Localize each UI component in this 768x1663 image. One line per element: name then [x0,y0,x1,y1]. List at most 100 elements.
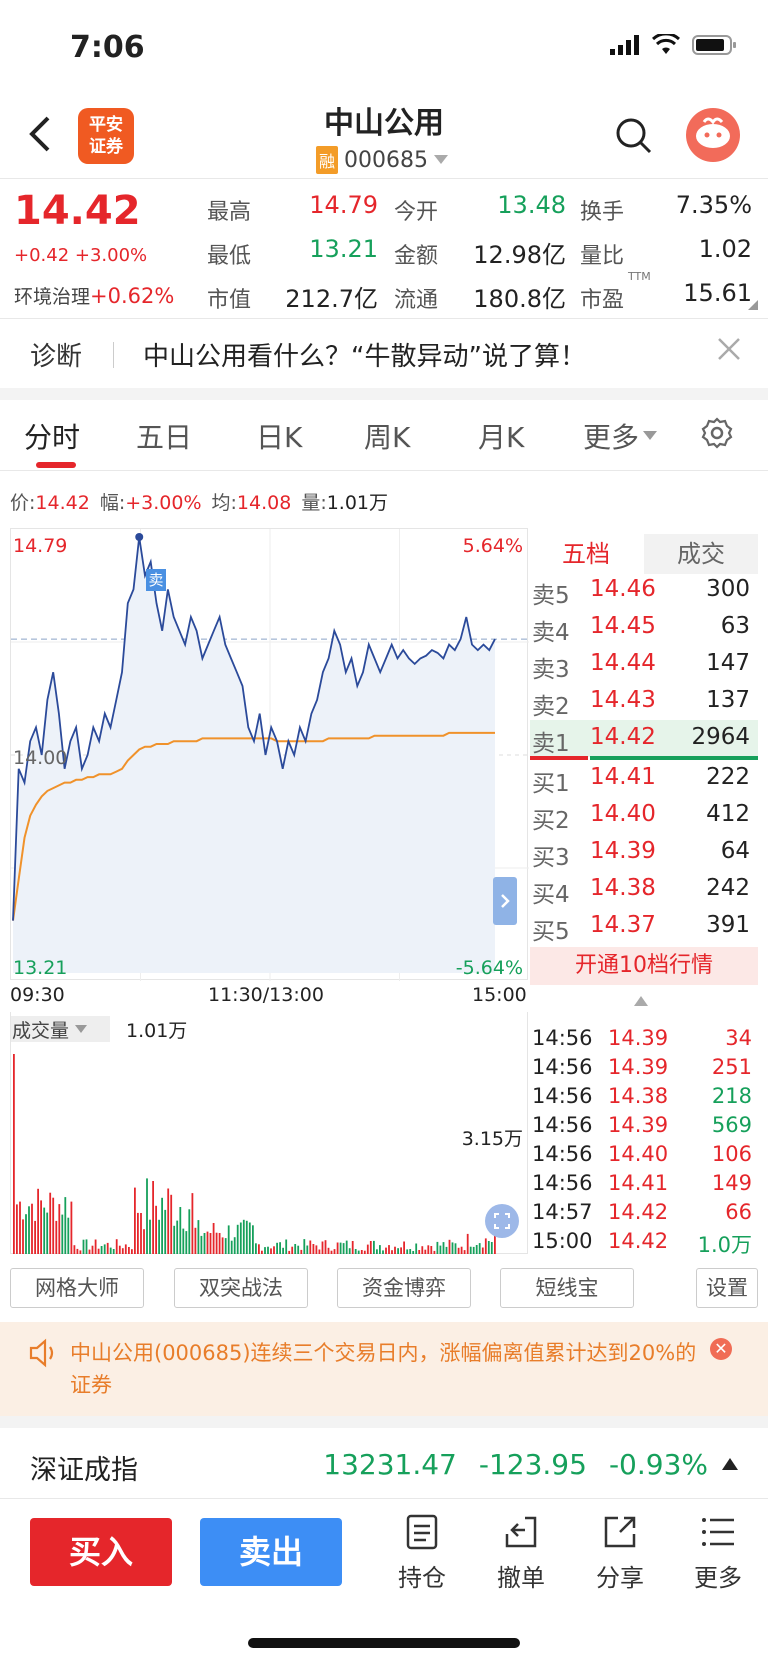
tick-time: 14:56 [532,1084,593,1108]
tab-trade-details[interactable]: 成交 [644,534,758,574]
bid-row[interactable]: 买2 14.40 412 [530,797,758,834]
tick-volume: 34 [725,1026,752,1050]
volume-bar [297,1245,300,1254]
gear-icon [701,417,733,449]
volume-bar [179,1207,182,1254]
share-button[interactable]: 分享 [580,1512,660,1593]
upgrade-level10-button[interactable]: 开通10档行情 [530,947,758,985]
ask-volume: 147 [706,650,750,676]
bid-row[interactable]: 买1 14.41 222 [530,760,758,797]
bid-row[interactable]: 买5 14.37 391 [530,908,758,945]
close-button[interactable] [716,336,742,369]
volume-bar [400,1247,402,1254]
tick-row: 14:57 14.42 66 [530,1200,758,1228]
volume-bar [321,1241,324,1254]
volume-bar [236,1224,239,1254]
chart-settings-button[interactable] [700,416,734,454]
short-term-button[interactable]: 短线宝 [500,1268,634,1308]
volume-chart[interactable]: 3.15万 [10,1012,528,1254]
notice-text[interactable]: 中山公用(000685)连续三个交易日内，涨幅偏离值累计达到20%的证券 [70,1337,700,1401]
stock-code: 000685 [344,147,428,173]
corner-expand-icon[interactable] [748,300,758,310]
volume-bar [233,1237,236,1254]
quote-label: 最高 [207,200,252,225]
cancel-order-button[interactable]: 撤单 [481,1512,561,1593]
quote-value: 15.61 [683,279,752,307]
volume-bar [134,1187,136,1254]
expand-up-icon[interactable] [722,1458,738,1470]
index-name[interactable]: 深证成指 [30,1448,138,1487]
volume-bar [143,1229,145,1254]
volume-bar [415,1243,418,1254]
price-chart-svg[interactable] [11,529,529,981]
strategy-settings-button[interactable]: 设置 [696,1268,758,1308]
tab-more[interactable]: 更多 [583,416,658,456]
pct-min-label: -5.64% [455,957,523,979]
stock-code-dropdown[interactable]: 融 000685 [316,146,448,174]
ask-row[interactable]: 卖4 14.45 63 [530,609,758,646]
fullscreen-button[interactable] [485,1204,519,1238]
undo-icon [505,1516,537,1548]
diagnosis-text[interactable]: 中山公用看什么？“牛散异动”说了算！ [143,336,586,373]
expand-side-button[interactable] [493,877,517,925]
volume-bar [13,1054,15,1254]
ask-row[interactable]: 卖1 14.42 2964 [530,720,758,757]
volume-bar [64,1197,67,1254]
sell-button[interactable]: 卖出 [200,1518,342,1586]
ask-row[interactable]: 卖2 14.43 137 [530,683,758,720]
volume-bar [121,1248,124,1254]
volume-bar [19,1201,21,1254]
bid-row[interactable]: 买3 14.39 64 [530,834,758,871]
search-button[interactable] [614,116,654,156]
tab-five-level[interactable]: 五档 [530,534,642,574]
tick-time: 14:56 [532,1055,593,1079]
volume-bar [354,1249,357,1254]
share-icon [604,1516,636,1548]
volume-bar [330,1250,333,1254]
time-end-label: 15:00 [472,984,527,1006]
volume-bar [457,1247,460,1254]
diagnosis-label[interactable]: 诊断 [30,336,82,373]
buy-button[interactable]: 买入 [30,1518,172,1586]
tab-intraday[interactable]: 分时 [24,416,80,456]
fund-game-button[interactable]: 资金博弈 [337,1268,471,1308]
volume-bar [291,1246,294,1254]
tab-weekly-k[interactable]: 周K [364,416,410,456]
volume-bar [421,1246,424,1254]
scroll-up-icon[interactable] [634,996,648,1006]
volume-bar [188,1209,191,1254]
dual-breakout-button[interactable]: 双突战法 [174,1268,308,1308]
sector-link[interactable]: 环境治理+0.62% [14,282,174,309]
intraday-chart[interactable]: 14.79 14.00 13.21 5.64% -5.64% 卖 [10,528,529,981]
grid-master-button[interactable]: 网格大师 [10,1268,144,1308]
time-mid-label: 11:30/13:00 [208,984,324,1006]
ask-row[interactable]: 卖3 14.44 147 [530,646,758,683]
volume-bar [221,1237,224,1254]
volume-bar [91,1245,94,1254]
volume-chart-svg[interactable] [11,1012,529,1254]
ask-row[interactable]: 卖5 14.46 300 [530,572,758,609]
tab-monthly-k[interactable]: 月K [478,416,524,456]
ask-label: 卖3 [532,657,570,683]
volume-bar [203,1233,206,1254]
volume-bar [309,1240,312,1254]
tab-five-day[interactable]: 五日 [136,416,192,456]
sell-signal-marker[interactable]: 卖 [146,569,166,591]
volume-bar [427,1245,430,1254]
quote-label: 量比 [580,244,625,269]
bid-volume: 391 [706,912,750,938]
volume-bar [481,1247,484,1254]
volume-bar [463,1250,466,1254]
price-change: +0.42 +3.00% [14,245,148,266]
status-time: 7:06 [70,30,145,65]
avatar[interactable] [686,108,740,162]
index-values[interactable]: 13231.47 -123.95 -0.93% [323,1448,708,1481]
bid-row[interactable]: 买4 14.38 242 [530,871,758,908]
more-menu-button[interactable]: 更多 [678,1512,758,1593]
notice-close-button[interactable]: ✕ [710,1338,732,1360]
info-volume: 1.01万 [326,492,389,514]
volume-bar [276,1242,278,1254]
tab-daily-k[interactable]: 日K [256,416,302,456]
positions-button[interactable]: 持仓 [382,1512,462,1593]
volume-bar [430,1246,433,1254]
